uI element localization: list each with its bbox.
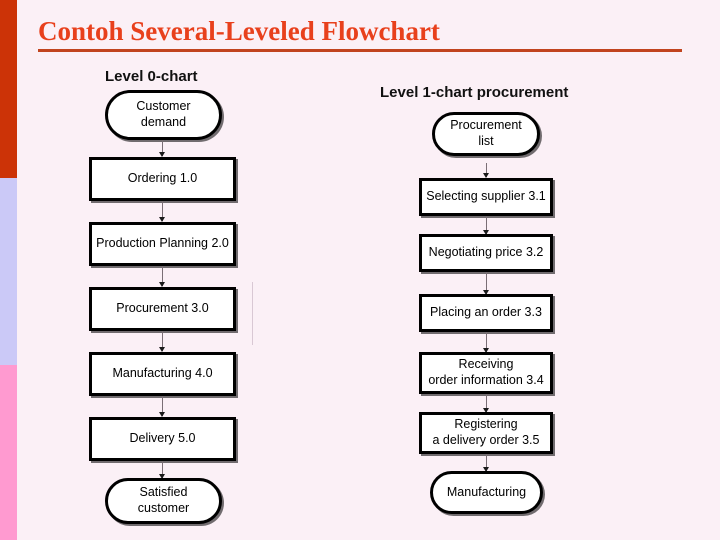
stripe-band-orange [0, 0, 17, 178]
connector-1-2 [483, 272, 489, 295]
node-delivery-5-0[interactable]: Delivery 5.0 [89, 417, 236, 461]
node-label: Registering a delivery order 3.5 [432, 417, 540, 447]
level1-chart-heading: Level 1-chart procurement [380, 84, 569, 101]
page-title: Contoh Several-Leveled Flowchart [38, 16, 440, 46]
connector-0-0 [159, 140, 165, 157]
node-label: Ordering 1.0 [127, 171, 198, 186]
node-label: Satisfied customer [137, 485, 190, 515]
node-label: Manufacturing 4.0 [112, 366, 213, 381]
connector-0-4 [159, 396, 165, 417]
node-production-planning-2-0[interactable]: Production Planning 2.0 [89, 222, 236, 266]
node-procurement-3-0[interactable]: Procurement 3.0 [89, 287, 236, 331]
node-label: Selecting supplier 3.1 [426, 189, 546, 204]
node-negotiating-price-3-2[interactable]: Negotiating price 3.2 [419, 234, 553, 272]
stripe-band-lavender [0, 178, 17, 365]
node-label: Production Planning 2.0 [96, 236, 229, 251]
node-manufacturing-terminal[interactable]: Manufacturing [430, 471, 543, 514]
node-label: Customer demand [136, 99, 191, 129]
node-customer-demand[interactable]: Customer demand [105, 90, 222, 140]
node-label: Receiving order information 3.4 [428, 357, 544, 387]
title-underline [38, 49, 682, 52]
connector-1-5 [483, 454, 489, 472]
node-registering-a-delivery-order-3-5[interactable]: Registering a delivery order 3.5 [419, 412, 553, 454]
node-label: Delivery 5.0 [129, 431, 196, 446]
node-satisfied-customer[interactable]: Satisfied customer [105, 478, 222, 524]
connector-0-3 [159, 331, 165, 352]
node-selecting-supplier-3-1[interactable]: Selecting supplier 3.1 [419, 178, 553, 216]
level0-chart-heading: Level 0-chart [105, 68, 198, 85]
node-manufacturing-4-0[interactable]: Manufacturing 4.0 [89, 352, 236, 396]
connector-1-0 [483, 163, 489, 178]
node-placing-an-order-3-3[interactable]: Placing an order 3.3 [419, 294, 553, 332]
node-label: Manufacturing [446, 484, 527, 499]
cross-chart-link-connector [252, 282, 253, 345]
node-ordering-1-0[interactable]: Ordering 1.0 [89, 157, 236, 201]
connector-1-4 [483, 394, 489, 413]
connector-1-1 [483, 216, 489, 235]
connector-1-3 [483, 332, 489, 353]
node-label: Procurement 3.0 [116, 301, 209, 316]
connector-0-1 [159, 201, 165, 222]
stripe-band-pink [0, 365, 17, 540]
connector-0-5 [159, 461, 165, 479]
node-procurement-list[interactable]: Procurement list [432, 112, 540, 156]
node-label: Procurement list [450, 118, 522, 148]
node-label: Placing an order 3.3 [430, 305, 542, 320]
node-receiving-order-information-3-4[interactable]: Receiving order information 3.4 [419, 352, 553, 394]
node-label: Negotiating price 3.2 [428, 245, 544, 260]
connector-0-2 [159, 266, 165, 287]
left-decorative-stripe [0, 0, 17, 540]
